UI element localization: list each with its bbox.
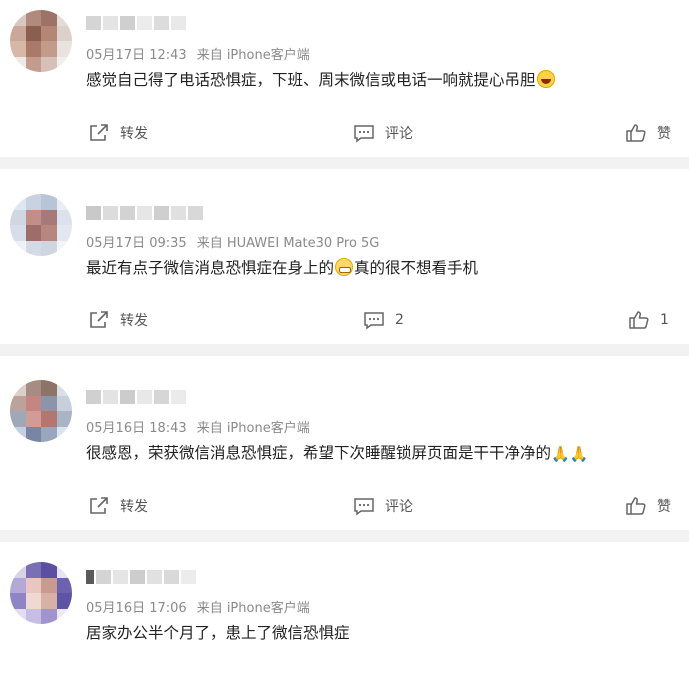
- avatar[interactable]: [10, 380, 72, 442]
- post-date: 05月17日 09:35: [86, 236, 187, 251]
- comment-count: 2: [395, 312, 404, 328]
- comment-button[interactable]: 评论: [353, 496, 413, 516]
- post-meta: 05月17日 09:35 来自 HUAWEI Mate30 Pro 5G: [86, 232, 379, 251]
- comment-bubble-icon: [353, 123, 375, 143]
- post-source: 来自 iPhone客户端: [196, 601, 310, 616]
- avatar[interactable]: [10, 10, 72, 72]
- action-bar: 转发 2 1: [0, 310, 689, 332]
- comment-text-part2: 真的很不想看手机: [354, 259, 479, 277]
- post-date: 05月17日 12:43: [86, 48, 187, 63]
- post-source: 来自 iPhone客户端: [196, 421, 310, 436]
- like-button[interactable]: 赞: [625, 123, 671, 143]
- action-bar: 转发 评论 赞: [0, 496, 689, 518]
- comment-button[interactable]: 评论: [353, 123, 413, 143]
- comment-bubble-icon: [363, 310, 385, 330]
- action-bar: 转发 评论 赞: [0, 123, 689, 145]
- post-meta: 05月16日 18:43 来自 iPhone客户端: [86, 417, 310, 436]
- share-arrow-icon: [88, 496, 110, 516]
- post-date: 05月16日 17:06: [86, 601, 187, 616]
- username-blurred[interactable]: [86, 206, 203, 220]
- forward-button[interactable]: 转发: [88, 123, 148, 143]
- comment-button[interactable]: 2: [363, 310, 404, 330]
- like-label: 赞: [657, 126, 671, 142]
- comment-text: 感觉自己得了电话恐惧症，下班、周末微信或电话一响就提心吊胆: [86, 69, 556, 91]
- comment-text: 很感恩，荣获微信消息恐惧症，希望下次睡醒锁屏页面是干干净净的🙏🙏: [86, 442, 588, 465]
- forward-button[interactable]: 转发: [88, 310, 148, 330]
- laughing-tears-emoji: [536, 70, 555, 88]
- like-count: 1: [660, 312, 669, 328]
- thumbs-up-icon: [625, 123, 647, 143]
- comment-text-body: 很感恩，荣获微信消息恐惧症，希望下次睡醒锁屏页面是干干净净的: [86, 444, 552, 462]
- share-arrow-icon: [88, 310, 110, 330]
- thumbs-up-icon: [628, 310, 650, 330]
- praying-hands-emoji: 🙏🙏: [551, 445, 589, 463]
- forward-label: 转发: [120, 313, 148, 329]
- comment-text-body: 感觉自己得了电话恐惧症，下班、周末微信或电话一响就提心吊胆: [86, 71, 536, 89]
- post-source: 来自 HUAWEI Mate30 Pro 5G: [196, 236, 380, 251]
- like-button[interactable]: 赞: [625, 496, 671, 516]
- comment-text: 最近有点子微信消息恐惧症在身上的 真的很不想看手机: [86, 257, 478, 279]
- comment-card: 05月16日 18:43 来自 iPhone客户端 很感恩，荣获微信消息恐惧症，希…: [0, 356, 689, 530]
- avatar[interactable]: [10, 562, 72, 624]
- thumbs-up-icon: [625, 496, 647, 516]
- share-arrow-icon: [88, 123, 110, 143]
- comment-card: 05月16日 17:06 来自 iPhone客户端 居家办公半个月了，患上了微信恐…: [0, 542, 689, 687]
- post-meta: 05月17日 12:43 来自 iPhone客户端: [86, 44, 310, 63]
- post-meta: 05月16日 17:06 来自 iPhone客户端: [86, 597, 310, 616]
- username-blurred[interactable]: [86, 570, 196, 584]
- like-label: 赞: [657, 499, 671, 515]
- comment-label: 评论: [385, 126, 413, 142]
- comment-text: 居家办公半个月了，患上了微信恐惧症: [86, 622, 350, 644]
- username-blurred[interactable]: [86, 390, 186, 404]
- comment-card: 05月17日 09:35 来自 HUAWEI Mate30 Pro 5G 最近有点…: [0, 169, 689, 344]
- post-date: 05月16日 18:43: [86, 421, 187, 436]
- forward-button[interactable]: 转发: [88, 496, 148, 516]
- comment-card: 05月17日 12:43 来自 iPhone客户端 感觉自己得了电话恐惧症，下班、…: [0, 0, 689, 157]
- forward-label: 转发: [120, 126, 148, 142]
- forward-label: 转发: [120, 499, 148, 515]
- comment-label: 评论: [385, 499, 413, 515]
- post-source: 来自 iPhone客户端: [196, 48, 310, 63]
- comment-text-body: 居家办公半个月了，患上了微信恐惧症: [86, 624, 350, 642]
- like-button[interactable]: 1: [628, 310, 669, 330]
- avatar[interactable]: [10, 194, 72, 256]
- username-blurred[interactable]: [86, 16, 186, 30]
- comment-text-part1: 最近有点子微信消息恐惧症在身上的: [86, 259, 335, 277]
- comment-bubble-icon: [353, 496, 375, 516]
- grinning-emoji: [335, 258, 354, 276]
